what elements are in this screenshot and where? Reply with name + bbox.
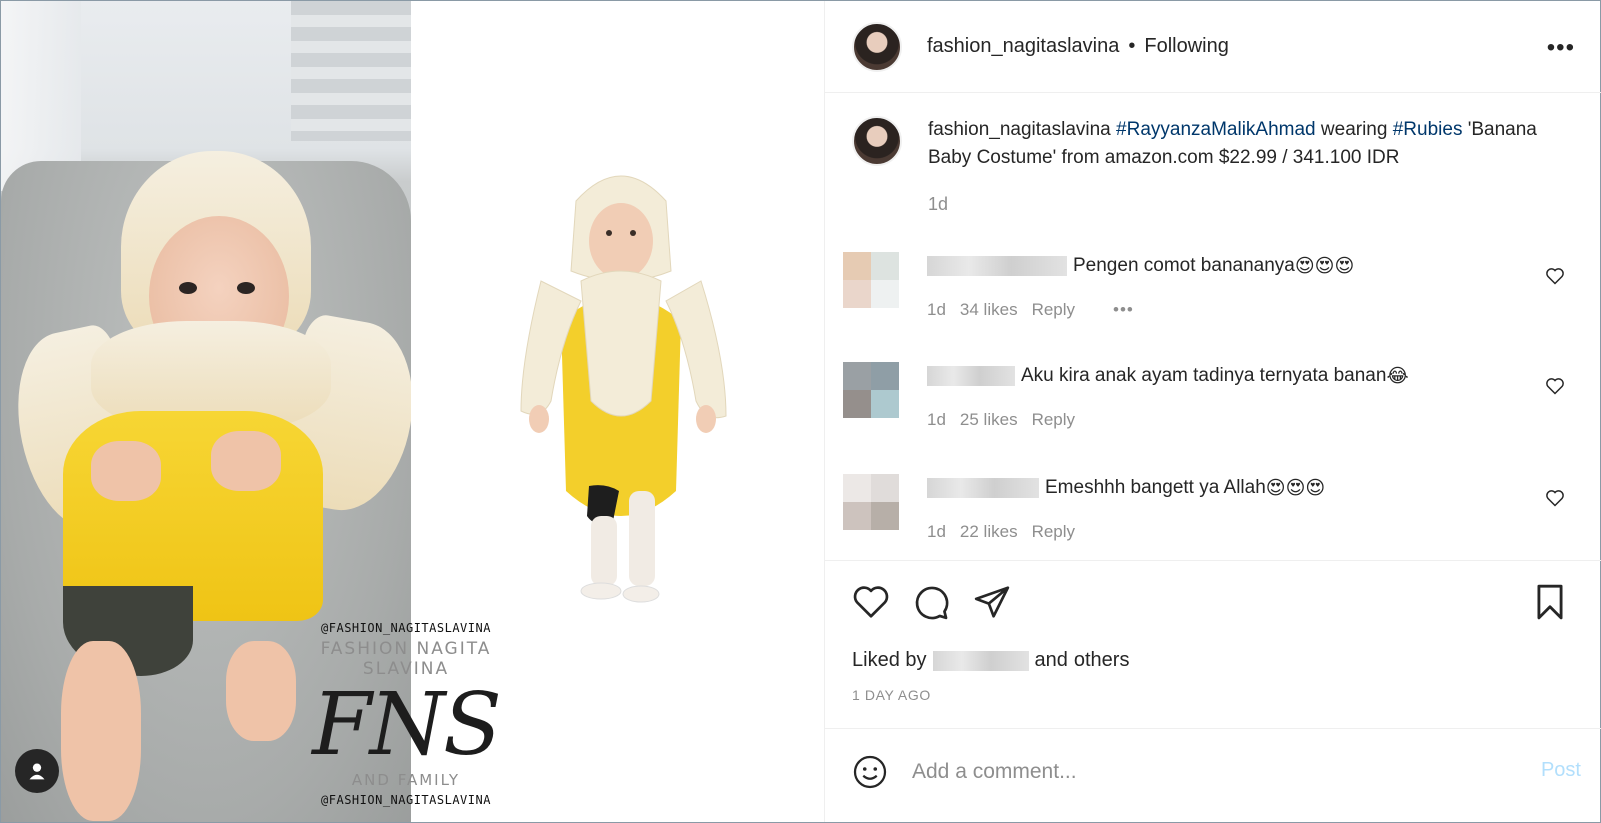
reply-button[interactable]: Reply: [1032, 522, 1075, 542]
hashtag-link[interactable]: #Rubies: [1393, 119, 1463, 140]
comment-bubble-icon[interactable]: [912, 583, 950, 621]
comment-time[interactable]: 1d: [927, 300, 946, 320]
emoji-smile-icon[interactable]: [852, 754, 888, 790]
comment-like-heart-icon[interactable]: [1545, 266, 1565, 286]
commenter-avatar[interactable]: [843, 362, 899, 418]
hashtag-link[interactable]: #RayyanzaMalikAhmad: [1116, 119, 1316, 140]
post-sidebar: fashion_nagitaslavina • Following ••• fa…: [824, 1, 1601, 822]
commenter-avatar[interactable]: [843, 252, 899, 308]
caption-text: wearing: [1320, 119, 1388, 140]
add-comment-bar: Post: [825, 728, 1601, 822]
instagram-post-modal: @FASHION_NAGITASLAVINA FASHION NAGITA SL…: [0, 0, 1601, 823]
liked-by-and: and: [1034, 649, 1068, 671]
post-comment-button[interactable]: Post: [1541, 759, 1581, 782]
comment-item: Pengen comot banananya 😍😍😍 1d 34 likes R…: [843, 252, 1583, 320]
comment-likes[interactable]: 22 likes: [960, 522, 1018, 542]
reply-button[interactable]: Reply: [1032, 300, 1075, 320]
watermark-handle-bottom: @FASHION_NAGITASLAVINA: [321, 793, 491, 807]
comment-emoji: 😍😍😍: [1265, 477, 1326, 499]
comment-time[interactable]: 1d: [927, 410, 946, 430]
post-media[interactable]: @FASHION_NAGITASLAVINA FASHION NAGITA SL…: [1, 1, 824, 822]
watermark-logo: FNS: [312, 675, 502, 775]
user-icon: [29, 763, 45, 780]
costume-photo: [520, 175, 727, 603]
comment-text: Pengen comot banananya: [1073, 255, 1295, 276]
author-avatar[interactable]: [852, 21, 902, 72]
commenter-username[interactable]: [927, 366, 1015, 386]
comment-likes[interactable]: 25 likes: [960, 410, 1018, 430]
comment-text: Aku kira anak ayam tadinya ternyata bana…: [1021, 365, 1387, 386]
more-options-icon[interactable]: •••: [1547, 34, 1575, 62]
post-header: fashion_nagitaslavina • Following •••: [825, 1, 1601, 93]
caption-time[interactable]: 1d: [928, 190, 1558, 218]
comments-section[interactable]: fashion_nagitaslavina #RayyanzaMalikAhma…: [825, 94, 1601, 560]
comment-like-heart-icon[interactable]: [1545, 376, 1565, 396]
bookmark-icon[interactable]: [1531, 583, 1569, 621]
reply-button[interactable]: Reply: [1032, 410, 1075, 430]
commenter-username[interactable]: [927, 478, 1039, 498]
commenter-avatar[interactable]: [843, 474, 899, 530]
caption-username[interactable]: fashion_nagitaslavina: [928, 119, 1111, 140]
liked-by-prefix: Liked by: [852, 649, 927, 671]
comment-text: Emeshhh bangett ya Allah: [1045, 477, 1266, 498]
liked-by: Liked by and others: [852, 649, 1129, 672]
caption-avatar[interactable]: [852, 116, 902, 166]
commenter-username[interactable]: [927, 256, 1067, 276]
author-username[interactable]: fashion_nagitaslavina: [927, 35, 1119, 58]
comment-emoji: 😂: [1386, 365, 1409, 387]
comment-time[interactable]: 1d: [927, 522, 946, 542]
tagged-users-button[interactable]: [15, 749, 59, 793]
comment-like-heart-icon[interactable]: [1545, 488, 1565, 508]
caption: fashion_nagitaslavina #RayyanzaMalikAhma…: [852, 116, 1558, 218]
likes-others-link[interactable]: others: [1074, 649, 1130, 672]
post-actions: Liked by and others 1 DAY AGO: [825, 560, 1601, 728]
share-send-icon[interactable]: [973, 583, 1011, 621]
comment-item: Aku kira anak ayam tadinya ternyata bana…: [843, 362, 1583, 430]
post-timestamp[interactable]: 1 DAY AGO: [852, 687, 931, 703]
header-separator: •: [1128, 35, 1136, 57]
watermark-handle-top: @FASHION_NAGITASLAVINA: [321, 621, 491, 635]
liked-by-username[interactable]: [932, 650, 1029, 671]
watermark: @FASHION_NAGITASLAVINA FASHION NAGITA SL…: [291, 621, 521, 807]
comment-input[interactable]: [912, 756, 1492, 788]
comment-more-icon[interactable]: •••: [1113, 300, 1134, 320]
comment-emoji: 😍😍😍: [1294, 255, 1355, 277]
like-heart-icon[interactable]: [852, 583, 890, 621]
comment-likes[interactable]: 34 likes: [960, 300, 1018, 320]
comment-item: Emeshhh bangett ya Allah 😍😍😍 1d 22 likes…: [843, 474, 1583, 542]
watermark-title: FASHION NAGITA SLAVINA: [320, 639, 492, 679]
following-button[interactable]: Following: [1144, 35, 1228, 58]
